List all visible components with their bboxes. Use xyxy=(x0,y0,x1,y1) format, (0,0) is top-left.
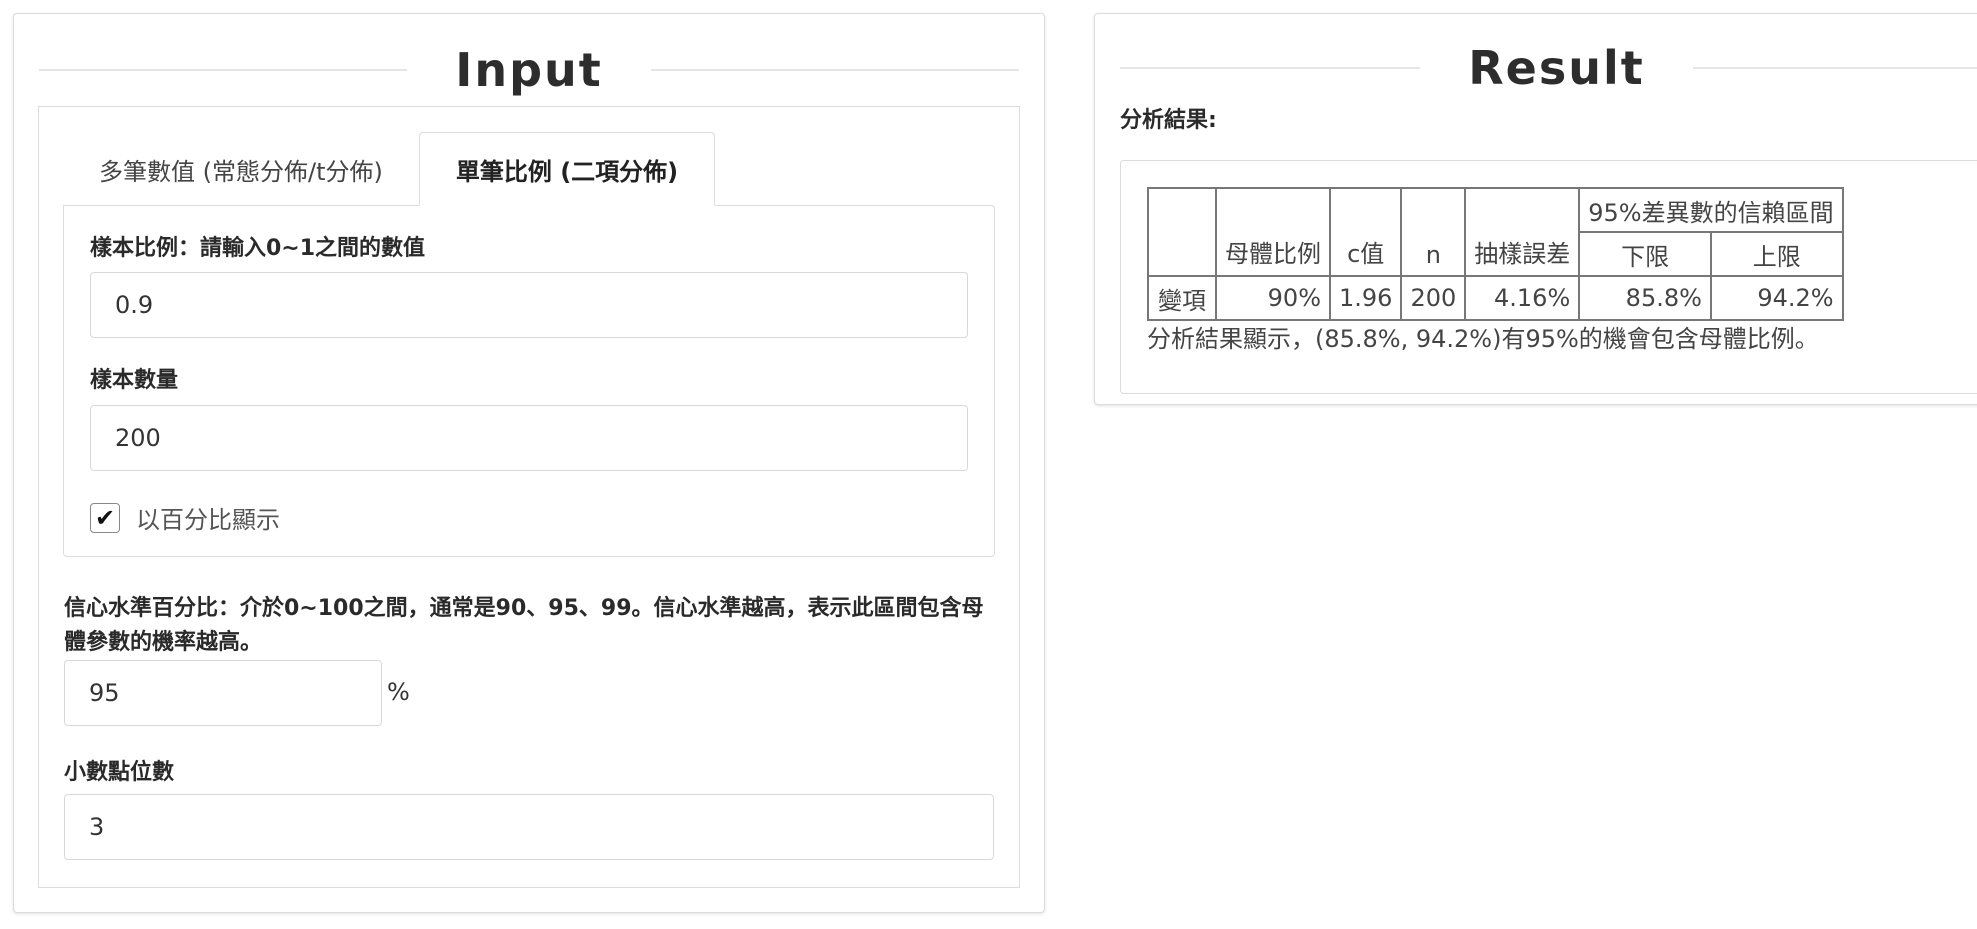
tab-multi-values[interactable]: 多筆數值 (常態分佈/t分佈) xyxy=(63,132,419,206)
result-title: Result xyxy=(1468,41,1645,95)
header-confidence-interval: 95%差異數的信賴區間 xyxy=(1578,187,1844,233)
header-sampling-error: 抽樣誤差 xyxy=(1464,187,1581,277)
result-panel: Result 分析結果: 母體比例 c值 n 抽樣誤差 95%差異數的信賴區間 … xyxy=(1094,13,1977,405)
decimals-label: 小數點位數 xyxy=(64,760,175,785)
decimals-input[interactable] xyxy=(64,794,994,860)
percent-unit: % xyxy=(387,678,410,706)
result-summary: 分析結果顯示，(85.8%, 94.2%)有95%的機會包含母體比例。 xyxy=(1147,325,1819,353)
tab-bar: 多筆數值 (常態分佈/t分佈) 單筆比例 (二項分佈) xyxy=(63,132,716,206)
sample-proportion-label: 樣本比例：請輸入0~1之間的數值 xyxy=(90,236,426,261)
tab-content-single-proportion: 樣本比例：請輸入0~1之間的數值 樣本數量 ✔ 以百分比顯示 xyxy=(63,205,995,557)
confidence-level-label: 信心水準百分比：介於0~100之間，通常是90、95、99。信心水準越高，表示此… xyxy=(64,596,984,655)
show-percent-label[interactable]: 以百分比顯示 xyxy=(136,500,280,535)
show-percent-checkbox[interactable]: ✔ xyxy=(90,502,120,533)
cell-sampling-error: 4.16% xyxy=(1464,275,1581,321)
header-upper: 上限 xyxy=(1709,231,1844,277)
cell-population-ratio: 90% xyxy=(1215,275,1331,321)
cell-c-value: 1.96 xyxy=(1328,275,1403,321)
sample-proportion-input[interactable] xyxy=(90,272,968,338)
result-box: 母體比例 c值 n 抽樣誤差 95%差異數的信賴區間 下限 上限 變項 90% … xyxy=(1120,160,1977,394)
title-divider-left xyxy=(39,69,408,71)
header-c-value: c值 xyxy=(1328,187,1403,277)
cell-lower: 85.8% xyxy=(1578,275,1712,321)
title-divider-right xyxy=(650,69,1019,71)
show-percent-row: ✔ 以百分比顯示 xyxy=(90,500,280,535)
row-name: 變項 xyxy=(1147,275,1217,321)
input-title: Input xyxy=(455,43,603,97)
checkmark-icon: ✔ xyxy=(94,503,116,532)
title-divider-right xyxy=(1692,67,1977,69)
result-table: 母體比例 c值 n 抽樣誤差 95%差異數的信賴區間 下限 上限 變項 90% … xyxy=(1147,187,1844,321)
sample-size-label: 樣本數量 xyxy=(90,368,179,393)
tab-single-proportion[interactable]: 單筆比例 (二項分佈) xyxy=(418,132,716,206)
cell-n: 200 xyxy=(1400,275,1467,321)
confidence-level-input[interactable] xyxy=(64,660,382,726)
header-population-ratio: 母體比例 xyxy=(1215,187,1331,277)
result-title-row: Result xyxy=(1095,38,1977,98)
title-divider-left xyxy=(1120,67,1421,69)
header-lower: 下限 xyxy=(1578,231,1712,277)
header-n: n xyxy=(1400,187,1467,277)
analysis-result-label: 分析結果: xyxy=(1120,108,1217,133)
input-panel: Input 多筆數值 (常態分佈/t分佈) 單筆比例 (二項分佈) 樣本比例：請… xyxy=(13,13,1045,913)
table-corner-cell xyxy=(1147,187,1217,277)
input-form-box: 多筆數值 (常態分佈/t分佈) 單筆比例 (二項分佈) 樣本比例：請輸入0~1之… xyxy=(38,106,1020,888)
sample-size-input[interactable] xyxy=(90,405,968,471)
table-row: 變項 90% 1.96 200 4.16% 85.8% 94.2% xyxy=(1147,275,1844,321)
cell-upper: 94.2% xyxy=(1709,275,1844,321)
input-title-row: Input xyxy=(14,40,1044,100)
table-header-row: 母體比例 c值 n 抽樣誤差 95%差異數的信賴區間 xyxy=(1147,187,1844,277)
